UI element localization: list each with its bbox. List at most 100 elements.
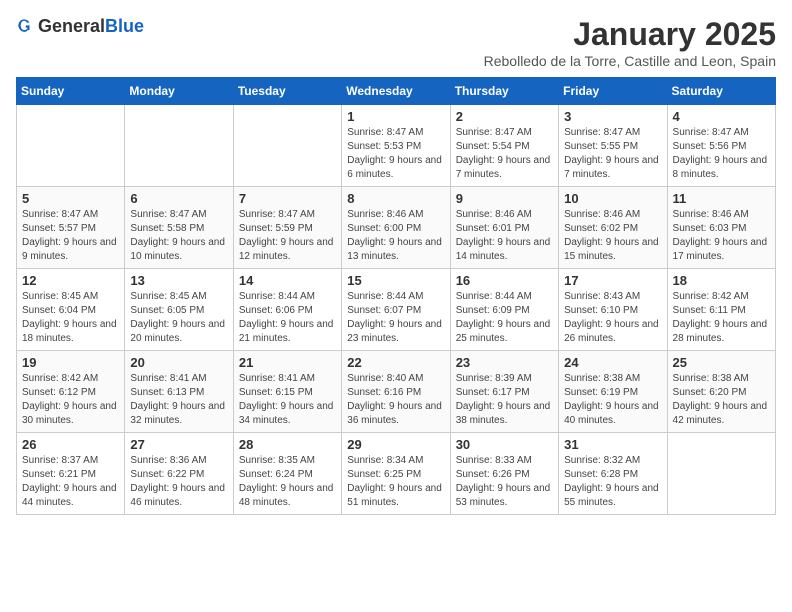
cell-info-text: Sunset: 6:05 PM [130,304,227,318]
header: GeneralBlue January 2025 Rebolledo de la… [16,16,776,69]
calendar-cell: 22Sunrise: 8:40 AMSunset: 6:16 PMDayligh… [342,351,450,433]
weekday-header-thursday: Thursday [450,78,558,105]
cell-info-text: Sunrise: 8:46 AM [456,208,553,222]
cell-info-text: Sunset: 6:02 PM [564,222,661,236]
calendar-cell: 23 Sunrise: 8:39 AMSunset: 6:17 PMDayligh… [450,351,558,433]
calendar-cell [233,105,341,187]
cell-info-text: Daylight: 9 hours and 53 minutes. [456,482,553,510]
weekday-header-saturday: Saturday [667,78,775,105]
calendar-cell: 25Sunrise: 8:38 AMSunset: 6:20 PMDayligh… [667,351,775,433]
day-number: 15 [347,273,444,288]
calendar-cell: 11Sunrise: 8:46 AMSunset: 6:03 PMDayligh… [667,187,775,269]
cell-info-text: Sunrise: 8:39 AM [456,372,553,386]
day-number: 11 [673,191,770,206]
cell-info-text: Sunset: 6:28 PM [564,468,661,482]
calendar-cell: 6Sunrise: 8:47 AMSunset: 5:58 PMDaylight… [125,187,233,269]
calendar-week-3: 12Sunrise: 8:45 AMSunset: 6:04 PMDayligh… [17,269,776,351]
cell-info-text: Daylight: 9 hours and 42 minutes. [673,400,770,428]
calendar-cell: 14Sunrise: 8:44 AMSunset: 6:06 PMDayligh… [233,269,341,351]
weekday-header-monday: Monday [125,78,233,105]
cell-info-text: Daylight: 9 hours and 17 minutes. [673,236,770,264]
cell-info-text: Sunset: 6:20 PM [673,386,770,400]
weekday-header-wednesday: Wednesday [342,78,450,105]
cell-info-text: Daylight: 9 hours and 40 minutes. [564,400,661,428]
day-number: 23 [456,355,553,370]
calendar-table: SundayMondayTuesdayWednesdayThursdayFrid… [16,77,776,515]
cell-info-text: Sunset: 6:17 PM [456,386,553,400]
cell-info-text: Sunset: 6:26 PM [456,468,553,482]
day-number: 24 [564,355,661,370]
cell-info-text: Sunset: 5:55 PM [564,140,661,154]
day-number: 30 [456,437,553,452]
calendar-cell: 1Sunrise: 8:47 AMSunset: 5:53 PMDaylight… [342,105,450,187]
cell-info-text: Daylight: 9 hours and 26 minutes. [564,318,661,346]
day-number: 21 [239,355,336,370]
cell-info-text: Daylight: 9 hours and 23 minutes. [347,318,444,346]
cell-info-text: Sunrise: 8:42 AM [673,290,770,304]
logo-icon [16,17,36,37]
cell-info-text: Sunset: 6:12 PM [22,386,119,400]
cell-info-text: Sunrise: 8:33 AM [456,454,553,468]
calendar-cell: 26Sunrise: 8:37 AMSunset: 6:21 PMDayligh… [17,433,125,515]
cell-info-text: Sunrise: 8:45 AM [22,290,119,304]
day-number: 7 [239,191,336,206]
calendar-cell: 27Sunrise: 8:36 AMSunset: 6:22 PMDayligh… [125,433,233,515]
title-area: January 2025 Rebolledo de la Torre, Cast… [484,16,776,69]
cell-info-text: Daylight: 9 hours and 38 minutes. [456,400,553,428]
cell-info-text: Sunrise: 8:46 AM [564,208,661,222]
weekday-header-row: SundayMondayTuesdayWednesdayThursdayFrid… [17,78,776,105]
calendar-week-2: 5Sunrise: 8:47 AMSunset: 5:57 PMDaylight… [17,187,776,269]
cell-info-text: Sunrise: 8:45 AM [130,290,227,304]
cell-info-text: Sunrise: 8:38 AM [673,372,770,386]
calendar-cell [667,433,775,515]
cell-info-text: Sunrise: 8:47 AM [564,126,661,140]
cell-info-text: Sunrise: 8:42 AM [22,372,119,386]
day-number: 28 [239,437,336,452]
cell-info-text: Sunrise: 8:36 AM [130,454,227,468]
cell-info-text: Sunrise: 8:43 AM [564,290,661,304]
calendar-cell: 19Sunrise: 8:42 AMSunset: 6:12 PMDayligh… [17,351,125,433]
cell-info-text: Sunrise: 8:47 AM [239,208,336,222]
day-number: 19 [22,355,119,370]
cell-info-text: Sunset: 5:58 PM [130,222,227,236]
cell-info-text: Sunrise: 8:46 AM [673,208,770,222]
cell-info-text: Sunset: 6:22 PM [130,468,227,482]
calendar-cell: 18Sunrise: 8:42 AMSunset: 6:11 PMDayligh… [667,269,775,351]
cell-info-text: Sunset: 6:01 PM [456,222,553,236]
calendar-cell: 16Sunrise: 8:44 AMSunset: 6:09 PMDayligh… [450,269,558,351]
calendar-title: January 2025 [484,16,776,53]
calendar-cell: 4Sunrise: 8:47 AMSunset: 5:56 PMDaylight… [667,105,775,187]
cell-info-text: Sunset: 5:56 PM [673,140,770,154]
cell-info-text: Daylight: 9 hours and 10 minutes. [130,236,227,264]
cell-info-text: Daylight: 9 hours and 21 minutes. [239,318,336,346]
cell-info-text: Daylight: 9 hours and 51 minutes. [347,482,444,510]
cell-info-text: Daylight: 9 hours and 46 minutes. [130,482,227,510]
weekday-header-sunday: Sunday [17,78,125,105]
cell-info-text: Sunrise: 8:47 AM [456,126,553,140]
cell-info-text: Sunset: 6:11 PM [673,304,770,318]
cell-info-text: Sunrise: 8:47 AM [130,208,227,222]
cell-info-text: Sunset: 6:24 PM [239,468,336,482]
cell-info-text: Sunset: 5:57 PM [22,222,119,236]
calendar-cell: 24Sunrise: 8:38 AMSunset: 6:19 PMDayligh… [559,351,667,433]
cell-info-text: Sunset: 6:09 PM [456,304,553,318]
calendar-header: SundayMondayTuesdayWednesdayThursdayFrid… [17,78,776,105]
cell-info-text: Daylight: 9 hours and 18 minutes. [22,318,119,346]
cell-info-text: Daylight: 9 hours and 20 minutes. [130,318,227,346]
calendar-week-1: 1Sunrise: 8:47 AMSunset: 5:53 PMDaylight… [17,105,776,187]
cell-info-text: Daylight: 9 hours and 48 minutes. [239,482,336,510]
cell-info-text: Sunset: 5:59 PM [239,222,336,236]
cell-info-text: Sunset: 6:25 PM [347,468,444,482]
cell-info-text: Daylight: 9 hours and 28 minutes. [673,318,770,346]
calendar-cell: 30 Sunrise: 8:33 AMSunset: 6:26 PMDayligh… [450,433,558,515]
logo-text-general: General [38,16,105,36]
cell-info-text: Sunset: 6:04 PM [22,304,119,318]
cell-info-text: Sunrise: 8:35 AM [239,454,336,468]
day-number: 16 [456,273,553,288]
cell-info-text: Sunset: 6:00 PM [347,222,444,236]
cell-info-text: Sunrise: 8:32 AM [564,454,661,468]
calendar-cell: 15Sunrise: 8:44 AMSunset: 6:07 PMDayligh… [342,269,450,351]
cell-info-text: Sunrise: 8:34 AM [347,454,444,468]
cell-info-text: Sunrise: 8:47 AM [347,126,444,140]
calendar-cell: 5Sunrise: 8:47 AMSunset: 5:57 PMDaylight… [17,187,125,269]
